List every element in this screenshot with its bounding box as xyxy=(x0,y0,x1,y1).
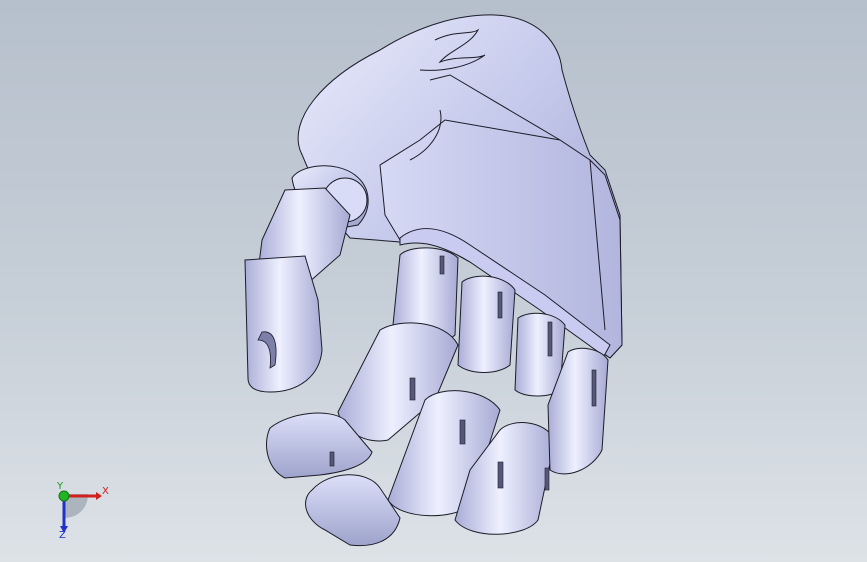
y-axis-label: Y xyxy=(57,481,64,492)
middle-tip xyxy=(305,474,401,547)
thumb-tip xyxy=(244,255,323,393)
z-axis-label: Z xyxy=(59,530,66,541)
graphics-viewport[interactable]: X Y Z xyxy=(0,0,867,562)
x-axis-label: X xyxy=(102,486,109,497)
middle-proximal xyxy=(457,275,516,373)
coordinate-triad: X Y Z xyxy=(40,478,120,548)
y-axis-dot xyxy=(58,490,70,502)
hand-model[interactable] xyxy=(0,0,867,562)
